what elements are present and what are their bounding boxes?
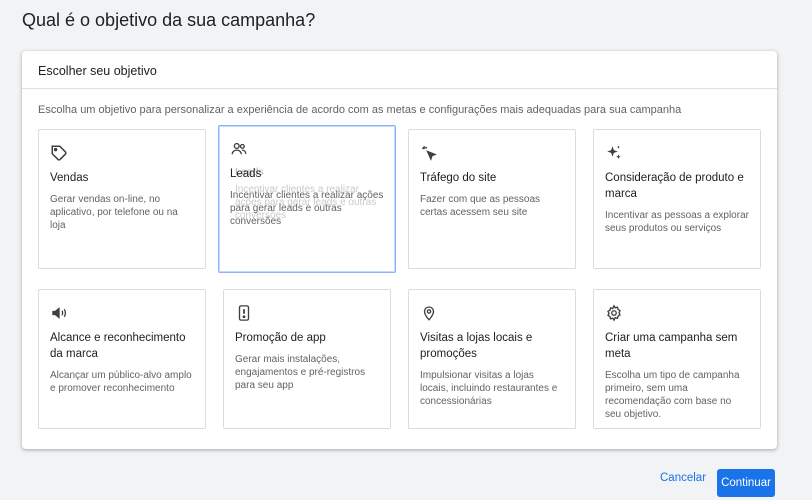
card-title: Tráfego do site — [420, 172, 497, 184]
megaphone-icon — [52, 307, 67, 319]
objective-card-consideracao[interactable]: Consideração de produto e marca Incentiv… — [593, 129, 761, 269]
objective-card-promocao-app[interactable]: Promoção de app Gerar mais instalações, … — [223, 289, 391, 429]
objective-panel: Escolher seu objetivo Escolha um objetiv… — [22, 51, 777, 449]
panel-description: Escolha um objetivo para personalizar a … — [38, 104, 682, 116]
card-description: Escolha um tipo de campanha primeiro, se… — [605, 370, 740, 420]
card-description: Incentivar as pessoas a explorar seus pr… — [605, 210, 749, 234]
objective-card-sem-meta[interactable]: Criar uma campanha sem meta Escolha um t… — [593, 289, 761, 429]
cancel-button[interactable]: Cancelar — [660, 472, 706, 484]
card-title: Consideração de produto e marca — [605, 172, 744, 200]
card-description: Impulsionar visitas a lojas locais, incl… — [420, 370, 558, 407]
phone-icon — [238, 305, 250, 321]
card-title: Visitas a lojas locais e promoções — [420, 332, 533, 360]
cursor-click-icon — [422, 146, 437, 161]
card-title: Criar uma campanha sem meta — [605, 332, 738, 360]
objective-card-leads[interactable]: Leads Incentivar clientes a realizar açõ… — [218, 125, 396, 273]
location-pin-icon — [423, 306, 435, 321]
card-title: Leads — [230, 168, 262, 180]
sparkle-icon — [607, 145, 621, 159]
continue-button[interactable]: Continuar — [717, 469, 775, 497]
card-description: Gerar vendas on-line, no aplicativo, por… — [50, 194, 178, 231]
objective-card-vendas[interactable]: Vendas Gerar vendas on-line, no aplicati… — [38, 129, 206, 269]
objective-card-trafego[interactable]: Tráfego do site Fazer com que as pessoas… — [408, 129, 576, 269]
card-description: Incentivar clientes a realizar ações par… — [230, 190, 384, 227]
tag-icon — [51, 145, 67, 161]
card-title: Promoção de app — [235, 332, 326, 344]
gear-icon — [607, 304, 621, 322]
panel-header: Escolher seu objetivo — [22, 51, 777, 89]
card-title: Vendas — [50, 172, 89, 184]
card-description: Alcançar um público-alvo amplo e promove… — [50, 370, 192, 394]
card-description: Gerar mais instalações, engajamentos e p… — [235, 354, 366, 391]
card-description: Fazer com que as pessoas certas acessem … — [420, 194, 541, 218]
page-title: Qual é o objetivo da sua campanha? — [22, 10, 316, 30]
people-icon — [231, 142, 247, 155]
objective-card-alcance[interactable]: Alcance e reconhecimento da marca Alcanç… — [38, 289, 206, 429]
objective-card-visitas-lojas[interactable]: Visitas a lojas locais e promoções Impul… — [408, 289, 576, 429]
card-title: Alcance e reconhecimento da marca — [50, 332, 186, 360]
